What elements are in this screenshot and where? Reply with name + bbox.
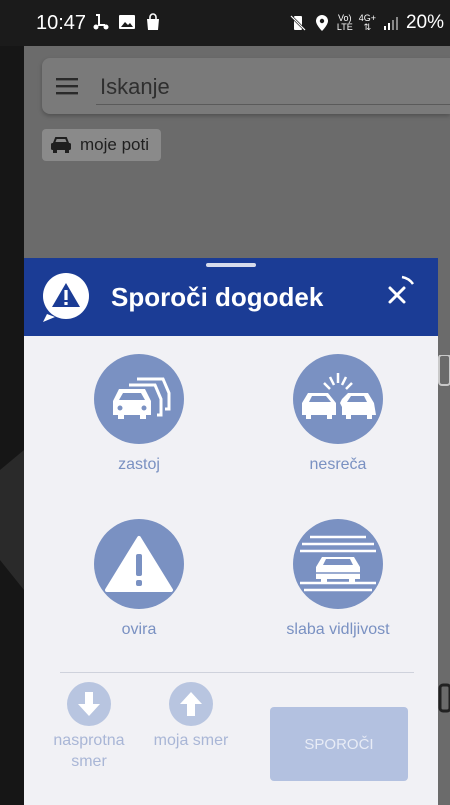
close-icon[interactable]	[376, 272, 420, 316]
volte-indicator: Vo) LTE	[336, 13, 353, 32]
network-indicator: 4G+ ⇅	[358, 13, 376, 32]
report-button[interactable]: SPOROČI	[270, 707, 408, 781]
car-crash-icon	[293, 354, 383, 444]
divider	[60, 672, 414, 673]
event-traffic-jam[interactable]: zastoj	[49, 354, 229, 474]
direction-label-line1: moja smer	[153, 732, 229, 749]
scooter-icon	[92, 13, 110, 31]
drag-handle[interactable]	[206, 263, 256, 267]
warning-triangle-icon	[94, 519, 184, 609]
event-obstacle[interactable]: ovira	[49, 519, 229, 639]
sheet-title: Sporoči dogodek	[111, 282, 324, 312]
fog-car-icon	[293, 519, 383, 609]
direction-label-line1: nasprotna	[53, 732, 125, 749]
event-accident[interactable]: nesreča	[248, 354, 428, 474]
search-input[interactable]: Iskanje	[100, 74, 170, 100]
signal-icon	[382, 14, 400, 32]
image-icon	[118, 13, 136, 31]
status-time: 10:47	[36, 12, 87, 34]
status-right-icons: Vo) LTE 4G+ ⇅ 20%	[289, 12, 444, 34]
event-label: slaba vidljivost	[286, 621, 390, 638]
sheet-header: Sporoči dogodek	[24, 258, 438, 336]
battery-percent: 20%	[405, 12, 444, 33]
background-edge	[0, 46, 24, 805]
arrow-down-icon	[67, 682, 111, 726]
status-notification-icons	[92, 13, 162, 31]
opposite-direction-option[interactable]: nasprotna smer	[48, 682, 130, 772]
my-routes-chip[interactable]: moje poti	[42, 129, 161, 161]
direction-label-line2: smer	[71, 753, 107, 770]
my-direction-option[interactable]: moja smer	[146, 682, 236, 751]
menu-icon[interactable]	[56, 76, 80, 96]
shopping-bag-icon	[144, 13, 162, 31]
event-low-visibility[interactable]: slaba vidljivost	[248, 519, 428, 639]
report-event-sheet: Sporoči dogodek zastoj nesreča ovira sla…	[24, 258, 438, 805]
event-label: nesreča	[309, 456, 367, 473]
event-label: ovira	[121, 621, 157, 638]
status-bar: 10:47 Vo) LTE 4G+ ⇅ 20%	[0, 0, 450, 46]
vibrate-mute-icon	[289, 14, 307, 32]
arrow-up-icon	[169, 682, 213, 726]
map-edge-marks	[438, 355, 450, 713]
my-routes-label: moje poti	[80, 135, 149, 154]
event-label: zastoj	[118, 456, 160, 473]
search-underline	[96, 104, 450, 105]
location-icon	[313, 14, 331, 32]
car-icon	[51, 137, 71, 153]
report-alert-icon	[43, 273, 89, 322]
traffic-jam-icon	[94, 354, 184, 444]
